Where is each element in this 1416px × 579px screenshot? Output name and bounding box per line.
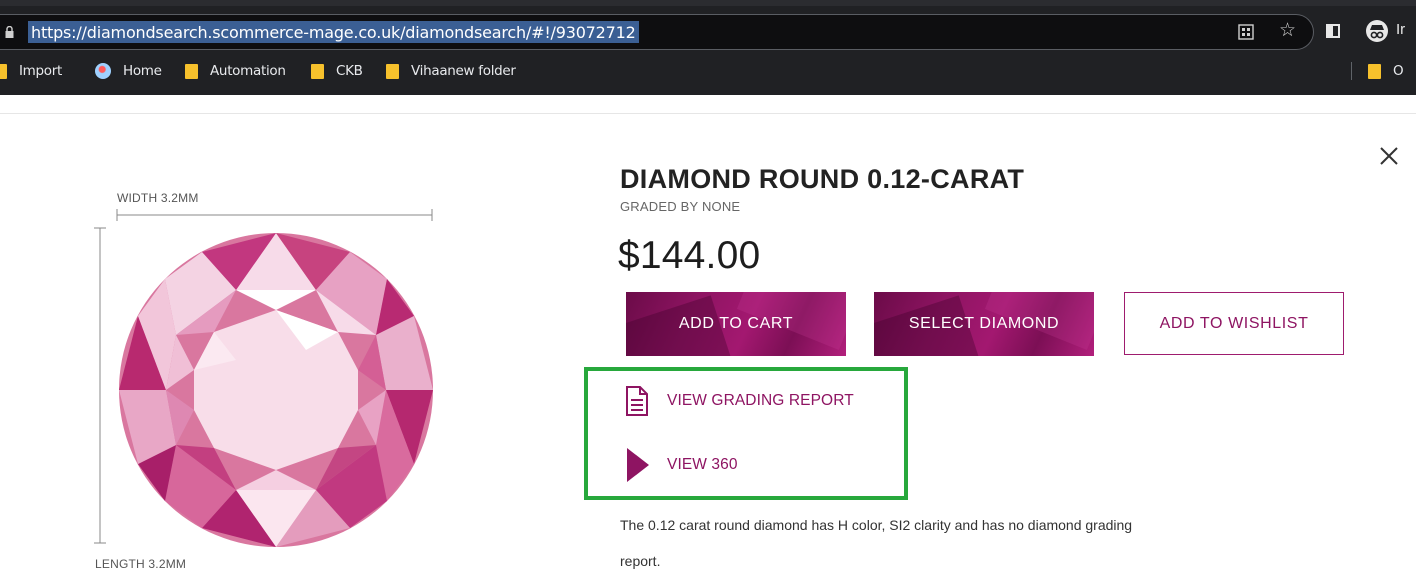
home-icon xyxy=(95,63,111,79)
view-360-link[interactable]: VIEW 360 xyxy=(667,456,738,474)
bookmark-label: Vihaanew folder xyxy=(411,63,516,79)
divider xyxy=(0,113,1416,114)
bookmark-label: CKB xyxy=(336,63,363,79)
button-label: ADD TO CART xyxy=(678,315,794,332)
product-description: The 0.12 carat round diamond has H color… xyxy=(620,517,1133,569)
button-label: SELECT DIAMOND xyxy=(908,315,1060,332)
bookmarks-divider xyxy=(1351,62,1352,80)
address-bar[interactable]: https://diamondsearch.scommerce-mage.co.… xyxy=(0,14,1314,50)
bookmark-ckb[interactable]: CKB xyxy=(311,61,363,81)
folder-icon xyxy=(0,63,7,79)
product-title: DIAMOND ROUND 0.12-CARAT xyxy=(620,164,1025,194)
product-price: $144.00 xyxy=(618,234,761,277)
button-label: ADD TO WISHLIST xyxy=(1159,314,1309,332)
folder-icon xyxy=(386,63,399,79)
folder-icon xyxy=(311,63,324,79)
tab-strip-edge xyxy=(0,0,1416,6)
incognito-icon[interactable] xyxy=(1366,20,1388,42)
bookmarks-bar: Import Home Automation CKB Vihaanew fold… xyxy=(0,58,1416,84)
bookmark-other[interactable]: O xyxy=(1368,61,1404,81)
browser-chrome: https://diamondsearch.scommerce-mage.co.… xyxy=(0,0,1416,95)
install-app-icon[interactable] xyxy=(1238,24,1254,40)
bookmark-automation[interactable]: Automation xyxy=(185,61,286,81)
graded-by-label: GRADED BY NONE xyxy=(620,199,741,214)
product-page: WIDTH 3.2MM LENGTH 3.2MM DIAMOND ROUND 0… xyxy=(0,95,1416,571)
diamond-illustration xyxy=(94,209,433,547)
bookmark-label: Home xyxy=(123,63,162,79)
bookmark-label: Automation xyxy=(210,63,286,79)
bookmark-label: O xyxy=(1393,63,1404,79)
bookmark-vihaanew-folder[interactable]: Vihaanew folder xyxy=(386,61,516,81)
bookmark-label: Import xyxy=(19,63,63,79)
folder-icon xyxy=(1368,63,1381,79)
side-panel-icon[interactable] xyxy=(1326,24,1340,38)
play-icon[interactable] xyxy=(626,447,650,483)
url-text[interactable]: https://diamondsearch.scommerce-mage.co.… xyxy=(28,21,639,43)
profile-label[interactable]: Ir xyxy=(1396,21,1405,38)
add-to-cart-button[interactable]: ADD TO CART xyxy=(626,292,846,356)
bookmark-star-icon[interactable]: ☆ xyxy=(1279,21,1296,41)
view-grading-report-link[interactable]: VIEW GRADING REPORT xyxy=(667,392,854,410)
select-diamond-button[interactable]: SELECT DIAMOND xyxy=(874,292,1094,356)
lock-icon[interactable] xyxy=(5,26,14,38)
folder-icon xyxy=(185,63,198,79)
close-icon[interactable] xyxy=(1378,145,1400,167)
bookmark-home[interactable]: Home xyxy=(95,61,162,81)
bookmark-import[interactable]: Import xyxy=(0,61,62,81)
document-icon[interactable] xyxy=(625,385,649,417)
add-to-wishlist-button[interactable]: ADD TO WISHLIST xyxy=(1124,292,1344,355)
